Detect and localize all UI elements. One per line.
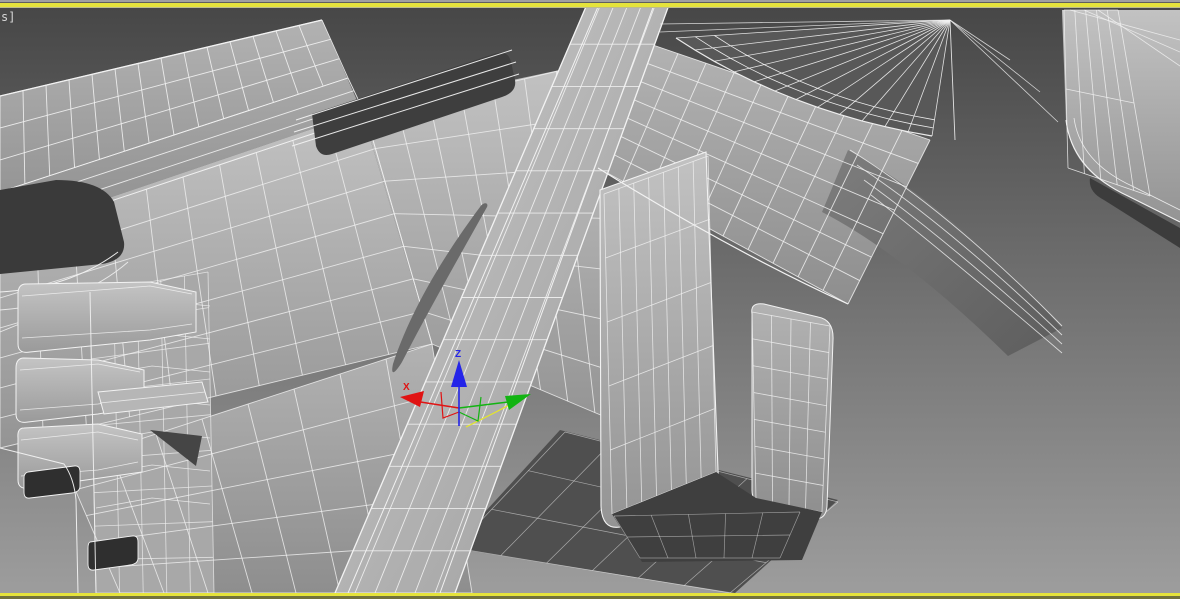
application-window: Z X s] bbox=[0, 0, 1180, 599]
model-wireframe[interactable] bbox=[0, 8, 1180, 593]
viewport-label[interactable]: s] bbox=[1, 10, 15, 24]
gizmo-x-axis-label: X bbox=[403, 382, 410, 393]
gizmo-z-axis-label: Z bbox=[455, 349, 461, 360]
viewport-3d[interactable]: Z X s] bbox=[0, 8, 1180, 593]
viewport-canvas[interactable]: Z X bbox=[0, 8, 1180, 593]
